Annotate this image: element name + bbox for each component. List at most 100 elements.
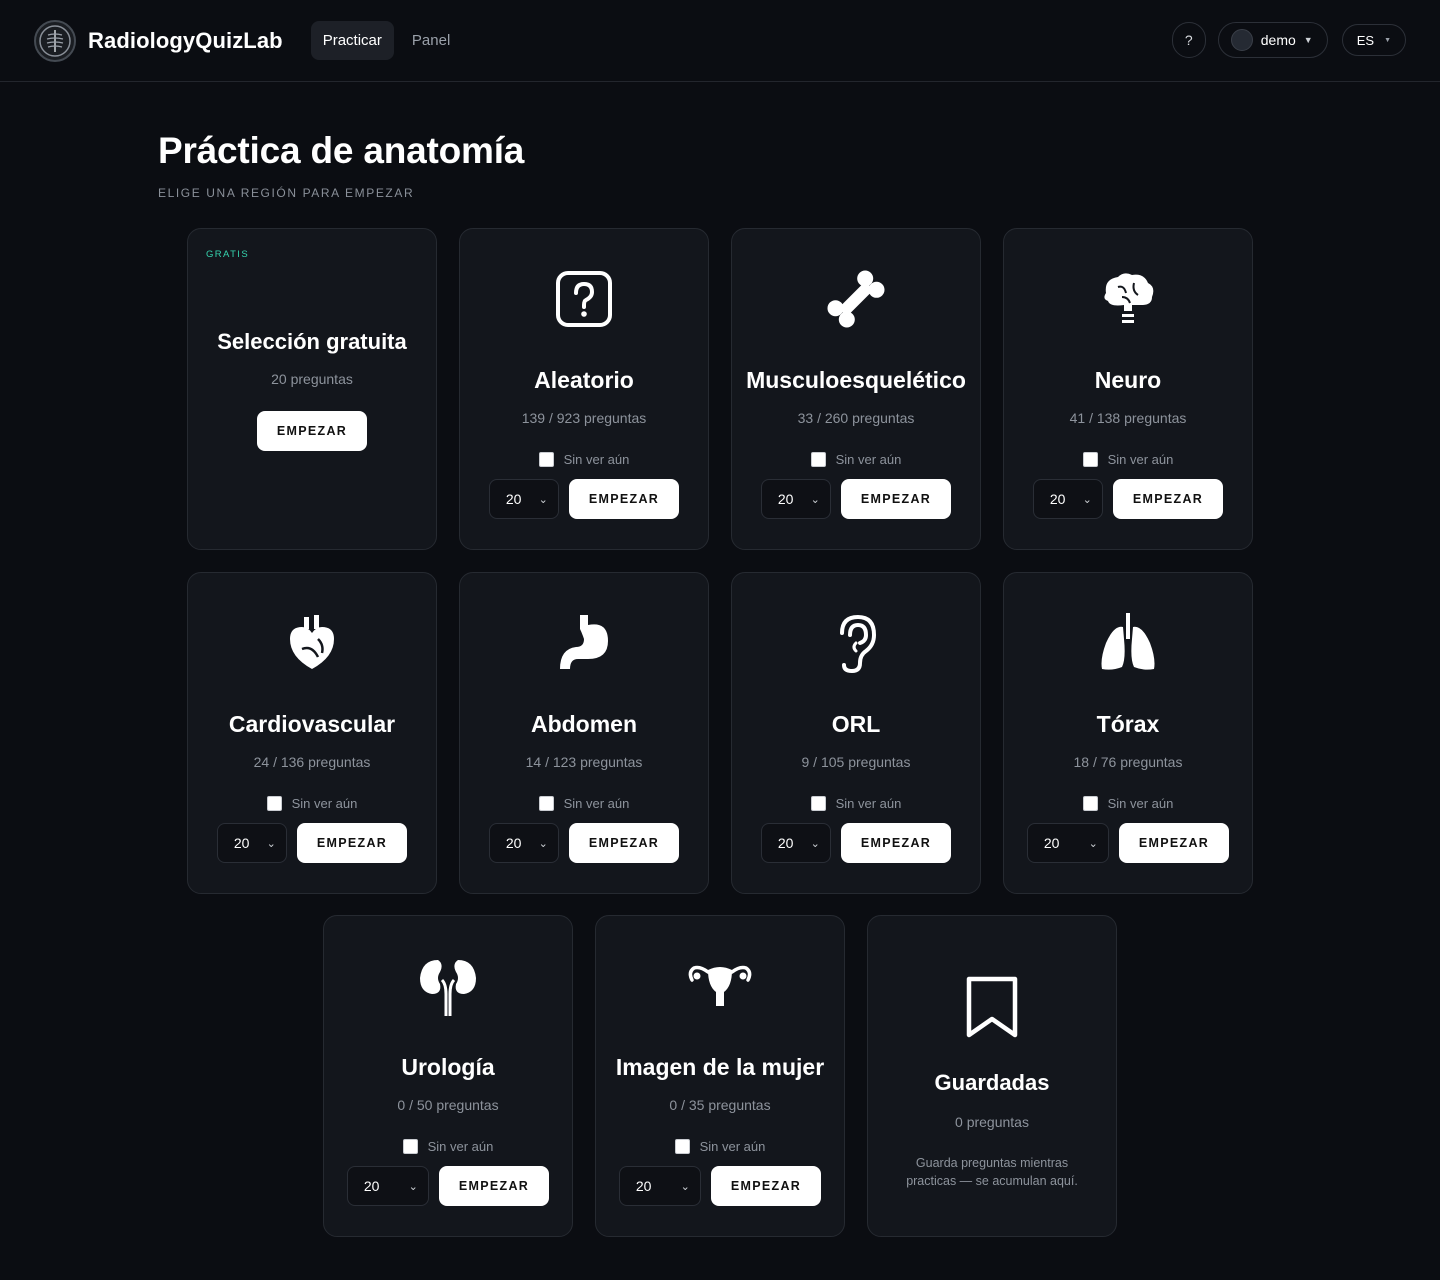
card-title: Musculoesquelético [746, 367, 966, 393]
start-button[interactable]: EMPEZAR [256, 411, 368, 451]
card-count: 14 / 123 preguntas [525, 754, 643, 770]
caret-down-icon: ▼ [1303, 35, 1313, 45]
card-imagen-de-la-mujer: Imagen de la mujer 0 / 35 preguntas Sin … [595, 915, 845, 1237]
tab-panel[interactable]: Panel [400, 21, 462, 60]
unseen-label: Sin ver aún [835, 796, 902, 811]
chevron-down-icon: ⌄ [538, 837, 548, 850]
user-menu-button[interactable]: demo ▼ [1217, 22, 1328, 58]
bone-icon [821, 269, 891, 329]
card-musculoesqueletico: Musculoesquelético 33 / 260 preguntas Si… [731, 228, 981, 550]
unseen-checkbox[interactable] [810, 452, 826, 467]
card-count: 139 / 923 preguntas [521, 410, 647, 426]
select-value: 20 [505, 491, 522, 507]
card-abdomen: Abdomen 14 / 123 preguntas Sin ver aún 2… [459, 572, 709, 894]
start-button[interactable]: EMPEZAR [840, 823, 952, 863]
start-button[interactable]: EMPEZAR [296, 823, 408, 863]
unseen-checkbox[interactable] [538, 796, 554, 811]
unseen-label: Sin ver aún [1107, 452, 1174, 467]
chevron-down-icon: ⌄ [680, 1180, 690, 1193]
caret-down-icon: ▼ [1384, 36, 1391, 44]
unseen-checkbox[interactable] [402, 1139, 418, 1154]
card-count: 0 / 50 preguntas [397, 1097, 499, 1113]
unseen-label: Sin ver aún [835, 452, 902, 467]
ear-icon [828, 613, 884, 674]
chevron-down-icon: ⌄ [810, 493, 820, 506]
logo-icon[interactable] [34, 19, 76, 62]
unseen-checkbox[interactable] [538, 452, 554, 467]
unseen-checkbox[interactable] [810, 796, 826, 811]
main-tabs: Practicar Panel [310, 21, 463, 60]
card-urologia: Urología 0 / 50 preguntas Sin ver aún 20… [323, 915, 573, 1237]
question-count-select[interactable]: 20 ⌄ [1026, 823, 1109, 863]
start-button[interactable]: EMPEZAR [1118, 823, 1230, 863]
card-free-selection: GRATIS Selección gratuita 20 preguntas E… [187, 228, 437, 550]
card-count: 0 / 35 preguntas [669, 1097, 771, 1113]
unseen-checkbox[interactable] [1082, 796, 1098, 811]
start-button[interactable]: EMPEZAR [840, 479, 952, 519]
question-count-select[interactable]: 20 ⌄ [618, 1166, 701, 1206]
stomach-icon [554, 613, 614, 673]
select-value: 20 [635, 1178, 652, 1194]
user-name: demo [1260, 32, 1296, 48]
question-icon [554, 269, 614, 329]
card-title: Urología [401, 1054, 495, 1080]
unseen-label: Sin ver aún [699, 1139, 766, 1154]
saved-note: Guarda preguntas mientras practicas — se… [906, 1156, 1078, 1188]
question-count-select[interactable]: 20 ⌄ [760, 823, 831, 863]
card-neuro: Neuro 41 / 138 preguntas Sin ver aún 20 ⌄… [1003, 228, 1253, 550]
question-count-select[interactable]: 20 ⌄ [760, 479, 831, 519]
page-subtitle: ELIGE UNA REGIÓN PARA EMPEZAR [158, 186, 415, 200]
kidneys-icon [416, 956, 480, 1016]
card-count: 33 / 260 preguntas [797, 410, 915, 426]
card-title: Abdomen [530, 711, 638, 737]
card-count: 0 preguntas [955, 1114, 1029, 1130]
start-button[interactable]: EMPEZAR [438, 1166, 550, 1206]
card-title: Imagen de la mujer [615, 1054, 825, 1080]
question-count-select[interactable]: 20 ⌄ [488, 823, 559, 863]
card-orl: ORL 9 / 105 preguntas Sin ver aún 20 ⌄ EM… [731, 572, 981, 894]
tab-practicar[interactable]: Practicar [310, 21, 394, 60]
card-count: 24 / 136 preguntas [253, 754, 371, 770]
card-count: 18 / 76 preguntas [1073, 754, 1183, 770]
help-button[interactable]: ? [1171, 22, 1206, 58]
card-count: 41 / 138 preguntas [1069, 410, 1187, 426]
card-aleatorio: Aleatorio 139 / 923 preguntas Sin ver aú… [459, 228, 709, 550]
chevron-down-icon: ⌄ [538, 493, 548, 506]
brand-name[interactable]: RadiologyQuizLab [88, 28, 283, 54]
chevron-down-icon: ⌄ [1088, 837, 1098, 850]
card-title: Selección gratuita [217, 329, 407, 354]
chevron-down-icon: ⌄ [266, 837, 276, 850]
question-count-select[interactable]: 20 ⌄ [488, 479, 559, 519]
page-title: Práctica de anatomía [158, 130, 525, 171]
select-value: 20 [1043, 835, 1060, 851]
card-count: 20 preguntas [271, 371, 353, 387]
unseen-label: Sin ver aún [563, 796, 630, 811]
start-button[interactable]: EMPEZAR [568, 823, 680, 863]
unseen-checkbox[interactable] [674, 1139, 690, 1154]
select-value: 20 [777, 835, 794, 851]
heart-icon [282, 613, 342, 673]
top-nav: RadiologyQuizLab Practicar Panel ? demo … [0, 0, 1440, 82]
chevron-down-icon: ⌄ [810, 837, 820, 850]
start-button[interactable]: EMPEZAR [568, 479, 680, 519]
card-title: Cardiovascular [228, 711, 396, 737]
question-count-select[interactable]: 20 ⌄ [346, 1166, 429, 1206]
start-button[interactable]: EMPEZAR [1112, 479, 1224, 519]
lungs-icon [1096, 613, 1160, 673]
select-value: 20 [505, 835, 522, 851]
language-code: ES [1356, 32, 1375, 48]
question-count-select[interactable]: 20 ⌄ [216, 823, 287, 863]
unseen-label: Sin ver aún [291, 796, 358, 811]
uterus-icon [686, 956, 754, 1016]
card-guardadas[interactable]: Guardadas 0 preguntas Guarda preguntas m… [867, 915, 1117, 1237]
avatar [1230, 29, 1253, 51]
language-selector[interactable]: ES ▼ [1341, 24, 1406, 56]
card-title: Neuro [1094, 367, 1162, 393]
chevron-down-icon: ⌄ [1082, 493, 1092, 506]
unseen-checkbox[interactable] [266, 796, 282, 811]
unseen-checkbox[interactable] [1082, 452, 1098, 467]
select-value: 20 [233, 835, 250, 851]
question-count-select[interactable]: 20 ⌄ [1032, 479, 1103, 519]
bookmark-icon [965, 974, 1019, 1040]
start-button[interactable]: EMPEZAR [710, 1166, 822, 1206]
